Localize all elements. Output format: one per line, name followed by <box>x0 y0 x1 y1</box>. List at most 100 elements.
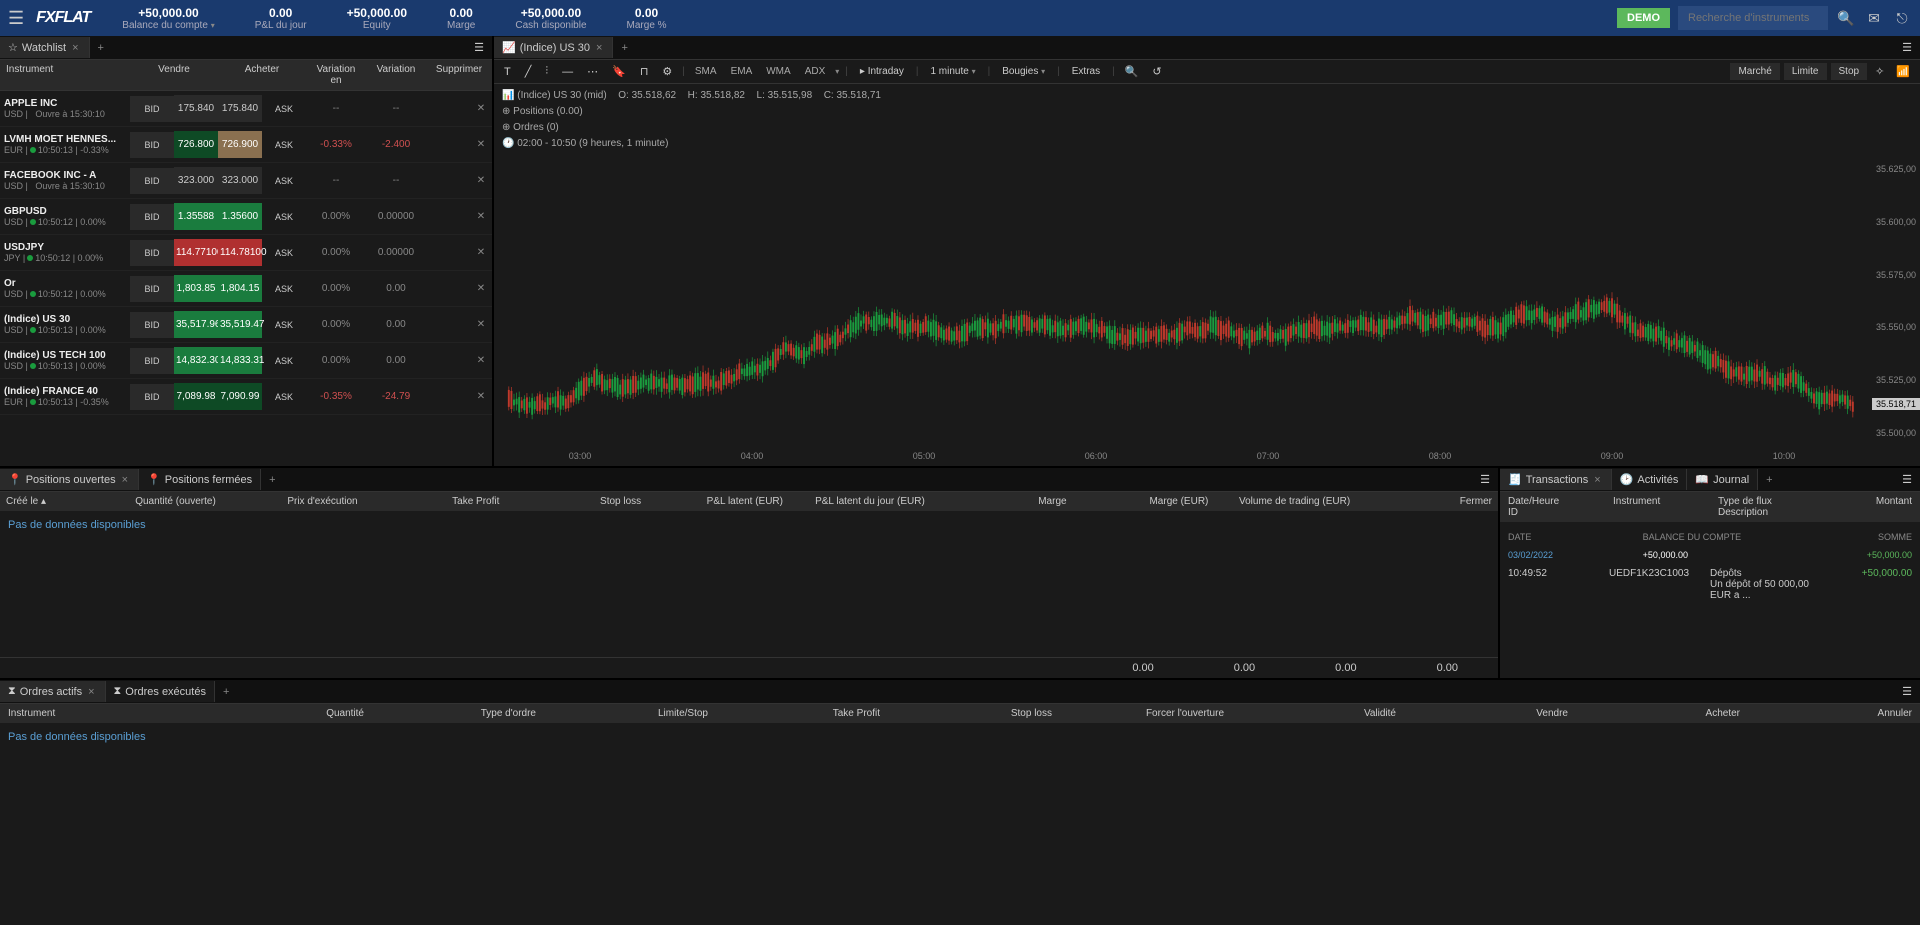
bid-price[interactable]: 1.35588 <box>174 203 218 230</box>
bid-price[interactable]: 323.000 <box>174 167 218 194</box>
tab-orders-executed[interactable]: ⧗ Ordres exécutés <box>106 681 215 702</box>
delete-button[interactable]: ✕ <box>466 211 492 222</box>
zoom-icon[interactable]: 🔍 <box>1121 63 1143 80</box>
dots-tool-icon[interactable]: ⋯ <box>583 63 602 80</box>
delete-button[interactable]: ✕ <box>466 175 492 186</box>
change-pct: 0.00% <box>306 283 366 294</box>
panel-menu-icon[interactable]: ☰ <box>1894 469 1920 490</box>
ask-price[interactable]: 726.900 <box>218 131 262 158</box>
watchlist-row[interactable]: USDJPY JPY | 10:50:12 | 0.00% BID 114.77… <box>0 235 492 271</box>
market-button[interactable]: Marché <box>1730 63 1779 80</box>
hamburger-icon[interactable]: ☰ <box>8 8 24 29</box>
delete-button[interactable]: ✕ <box>466 391 492 402</box>
tab-positions-closed[interactable]: 📍 Positions fermées <box>139 469 261 490</box>
ask-price[interactable]: 175.840 <box>218 95 262 122</box>
ask-price[interactable]: 323.000 <box>218 167 262 194</box>
close-icon[interactable]: × <box>86 686 96 698</box>
tab-watchlist[interactable]: ☆ Watchlist × <box>0 37 90 58</box>
bid-price[interactable]: 14,832.30 <box>174 347 218 374</box>
transaction-date: 03/02/2022 <box>1508 550 1643 560</box>
panel-menu-icon[interactable]: ☰ <box>1894 37 1920 58</box>
current-price-badge: 35.518,71 <box>1872 398 1920 410</box>
instrument-detail: USD | Ouvre à 15:30:10 <box>4 109 126 119</box>
delete-button[interactable]: ✕ <box>466 283 492 294</box>
tab-positions-open[interactable]: 📍 Positions ouvertes × <box>0 469 139 490</box>
fib-tool-icon[interactable]: ⫶ <box>541 63 552 80</box>
watchlist-row[interactable]: FACEBOOK INC - A USD | Ouvre à 15:30:10 … <box>0 163 492 199</box>
transaction-row[interactable]: 10:49:52 UEDF1K23C1003 Dépôts Un dépôt o… <box>1508 564 1912 605</box>
ask-price[interactable]: 114.78100 <box>218 239 262 266</box>
text-tool-icon[interactable]: T <box>500 64 515 80</box>
watchlist-row[interactable]: GBPUSD USD | 10:50:12 | 0.00% BID 1.3558… <box>0 199 492 235</box>
trend-tool-icon[interactable]: — <box>558 64 577 80</box>
search-icon[interactable]: 🔍 <box>1836 10 1856 27</box>
search-input[interactable] <box>1678 6 1828 30</box>
watchlist-row[interactable]: APPLE INC USD | Ouvre à 15:30:10 BID 175… <box>0 91 492 127</box>
tab-activities[interactable]: 🕑 Activités <box>1612 469 1688 490</box>
close-icon[interactable]: × <box>594 42 604 54</box>
logout-icon[interactable]: ⎋ <box>1892 10 1912 27</box>
ask-price[interactable]: 1.35600 <box>218 203 262 230</box>
close-icon[interactable]: × <box>120 474 130 486</box>
close-icon[interactable]: × <box>70 42 80 54</box>
tag-tool-icon[interactable]: 🔖 <box>608 63 630 80</box>
settings-tool-icon[interactable]: ⚙ <box>658 63 676 80</box>
signal-icon[interactable]: 📶 <box>1892 63 1914 80</box>
extras-dropdown[interactable]: Extras <box>1066 64 1106 79</box>
add-tab-button[interactable]: + <box>1758 470 1780 490</box>
bid-price[interactable]: 1,803.85 <box>174 275 218 302</box>
delete-button[interactable]: ✕ <box>466 319 492 330</box>
interval-dropdown[interactable]: 1 minute ▾ <box>924 64 981 79</box>
watchlist-row[interactable]: LVMH MOET HENNES... EUR | 10:50:13 | -0.… <box>0 127 492 163</box>
indicator-ema[interactable]: EMA <box>727 64 757 79</box>
top-bar: ☰ FXFLAT +50,000.00 Balance du compte ▾ … <box>0 0 1920 36</box>
ruler-tool-icon[interactable]: ⊓ <box>636 63 653 80</box>
watchlist-row[interactable]: (Indice) FRANCE 40 EUR | 10:50:13 | -0.3… <box>0 379 492 415</box>
bid-price[interactable]: 175.840 <box>174 95 218 122</box>
add-tab-button[interactable]: + <box>613 38 635 58</box>
delete-button[interactable]: ✕ <box>466 247 492 258</box>
crosshair-icon[interactable]: ✧ <box>1871 63 1888 80</box>
ask-price[interactable]: 1,804.15 <box>218 275 262 302</box>
ask-price[interactable]: 35,519.47 <box>218 311 262 338</box>
ask-price[interactable]: 7,090.99 <box>218 383 262 410</box>
stop-button[interactable]: Stop <box>1831 63 1868 80</box>
mail-icon[interactable]: ✉ <box>1864 10 1884 27</box>
delete-button[interactable]: ✕ <box>466 139 492 150</box>
bid-price[interactable]: 35,517.96 <box>174 311 218 338</box>
chart-icon: 📈 <box>502 41 516 54</box>
change-val: 0.00000 <box>366 247 426 258</box>
watchlist-row[interactable]: (Indice) US 30 USD | 10:50:13 | 0.00% BI… <box>0 307 492 343</box>
reset-icon[interactable]: ↺ <box>1148 63 1165 80</box>
style-dropdown[interactable]: Bougies ▾ <box>996 64 1051 79</box>
tab-orders-active[interactable]: ⧗ Ordres actifs × <box>0 681 106 702</box>
demo-button[interactable]: DEMO <box>1617 8 1670 28</box>
add-tab-button[interactable]: + <box>215 682 237 702</box>
panel-menu-icon[interactable]: ☰ <box>466 37 492 58</box>
delete-button[interactable]: ✕ <box>466 103 492 114</box>
tab-chart[interactable]: 📈 (Indice) US 30 × <box>494 37 613 58</box>
chart-area[interactable]: 35.625,0035.600,0035.575,0035.550,0035.5… <box>494 156 1920 466</box>
ask-price[interactable]: 14,833.31 <box>218 347 262 374</box>
bid-price[interactable]: 7,089.98 <box>174 383 218 410</box>
chevron-down-icon[interactable]: ▾ <box>835 67 839 76</box>
delete-button[interactable]: ✕ <box>466 355 492 366</box>
add-tab-button[interactable]: + <box>261 470 283 490</box>
bid-price[interactable]: 726.800 <box>174 131 218 158</box>
tab-journal[interactable]: 📖 Journal <box>1687 469 1758 490</box>
panel-menu-icon[interactable]: ☰ <box>1472 469 1498 490</box>
watchlist-row[interactable]: Or USD | 10:50:12 | 0.00% BID 1,803.85 1… <box>0 271 492 307</box>
close-icon[interactable]: × <box>1592 474 1602 486</box>
tab-transactions[interactable]: 🧾 Transactions × <box>1500 469 1612 490</box>
limit-button[interactable]: Limite <box>1784 63 1827 80</box>
metric-balance[interactable]: +50,000.00 Balance du compte ▾ <box>102 6 234 31</box>
line-tool-icon[interactable]: ╱ <box>521 63 536 80</box>
add-tab-button[interactable]: + <box>90 38 112 58</box>
indicator-sma[interactable]: SMA <box>691 64 721 79</box>
indicator-wma[interactable]: WMA <box>762 64 794 79</box>
panel-menu-icon[interactable]: ☰ <box>1894 681 1920 702</box>
interval-type-dropdown[interactable]: ▸ Intraday <box>854 64 910 79</box>
indicator-adx[interactable]: ADX <box>801 64 830 79</box>
bid-price[interactable]: 114.77100 <box>174 239 218 266</box>
watchlist-row[interactable]: (Indice) US TECH 100 USD | 10:50:13 | 0.… <box>0 343 492 379</box>
